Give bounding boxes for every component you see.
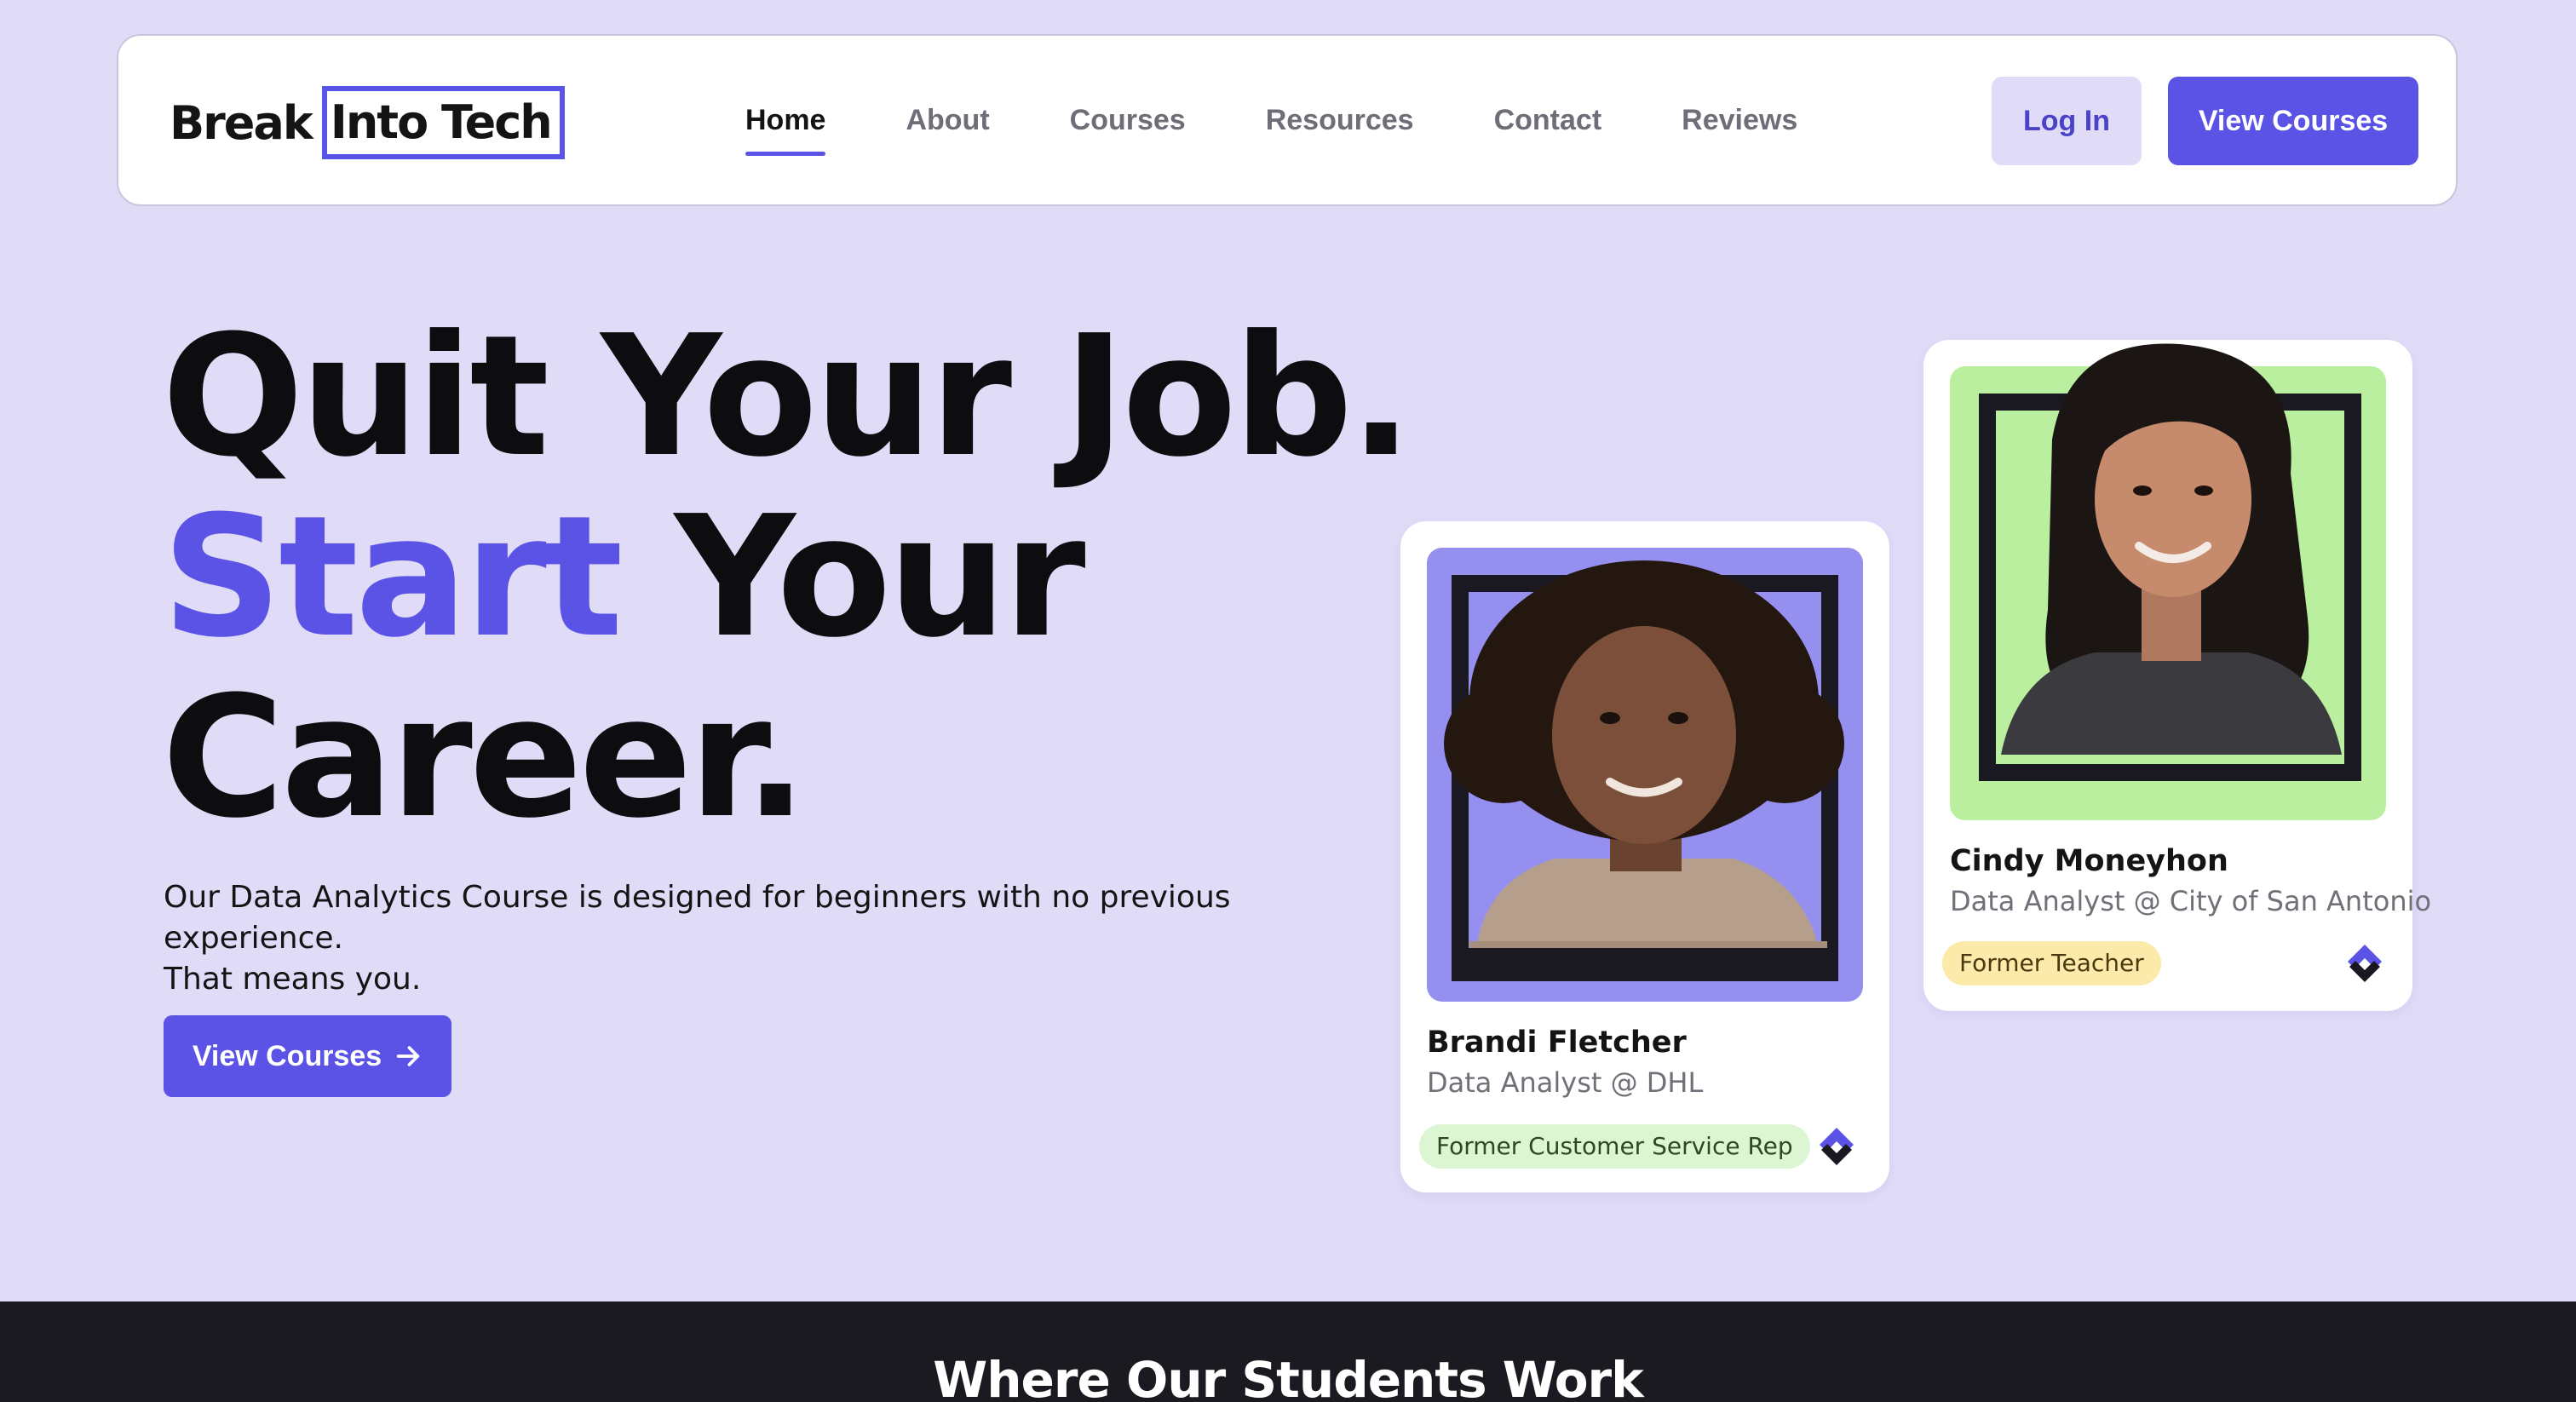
student-role: Data Analyst @ City of San Antonio xyxy=(1950,885,2432,917)
arrow-right-icon xyxy=(397,1046,420,1066)
photo-frame-front xyxy=(1452,948,1838,965)
hero-headline: Quit Your Job. Start Your Career. xyxy=(162,307,1413,848)
nav-link-resources[interactable]: Resources xyxy=(1266,104,1414,137)
nav-link-contact[interactable]: Contact xyxy=(1494,104,1602,137)
former-role-badge: Former Teacher xyxy=(1942,941,2161,985)
logo-word-break: Break xyxy=(170,95,313,150)
testimonial-card-brandi[interactable]: Brandi Fletcher Data Analyst @ DHL Forme… xyxy=(1400,521,1889,1192)
student-role: Data Analyst @ DHL xyxy=(1427,1066,1704,1099)
student-name: Cindy Moneyhon xyxy=(1950,844,2228,878)
student-photo xyxy=(1950,343,2386,820)
nav-link-courses[interactable]: Courses xyxy=(1070,104,1186,137)
student-portrait xyxy=(2001,343,2342,755)
hero-subtext: Our Data Analytics Course is designed fo… xyxy=(164,877,1399,1000)
former-role-badge: Former Customer Service Rep xyxy=(1419,1124,1810,1169)
view-courses-hero-button[interactable]: View Courses xyxy=(164,1015,451,1097)
brand-logo[interactable]: Break Into Tech xyxy=(170,86,565,159)
brand-diamond-icon xyxy=(1820,1128,1854,1165)
login-button[interactable]: Log In xyxy=(1992,77,2142,165)
headline-line-3: Career. xyxy=(162,661,808,855)
view-courses-nav-button[interactable]: View Courses xyxy=(2168,77,2418,165)
headline-line-2-rest: Your xyxy=(619,480,1086,675)
nav-link-reviews[interactable]: Reviews xyxy=(1682,104,1797,137)
testimonial-card-cindy[interactable]: Cindy Moneyhon Data Analyst @ City of Sa… xyxy=(1923,340,2431,1011)
section-heading: Where Our Students Work xyxy=(933,1351,1643,1402)
hero-subtext-line-1: Our Data Analytics Course is designed fo… xyxy=(164,880,1231,956)
nav-link-home[interactable]: Home xyxy=(745,104,826,156)
hero-subtext-line-2: That means you. xyxy=(164,962,422,997)
hero-cta-label: View Courses xyxy=(192,1039,382,1072)
student-portrait xyxy=(1444,560,1844,948)
headline-accent-word: Start xyxy=(162,480,623,675)
nav-link-about[interactable]: About xyxy=(906,104,989,137)
student-photo xyxy=(1427,548,1863,1002)
headline-line-1: Quit Your Job. xyxy=(162,300,1413,494)
brand-diamond-icon xyxy=(2348,945,2382,982)
where-students-work-section: Where Our Students Work xyxy=(0,1301,2576,1402)
logo-word-into-tech: Into Tech xyxy=(321,86,565,159)
top-navbar: Break Into Tech Home About Courses Resou… xyxy=(117,34,2458,206)
nav-links: Home About Courses Resources Contact Rev… xyxy=(745,36,1797,204)
photo-frame-front xyxy=(1979,764,2361,781)
student-name: Brandi Fletcher xyxy=(1427,1026,1687,1060)
